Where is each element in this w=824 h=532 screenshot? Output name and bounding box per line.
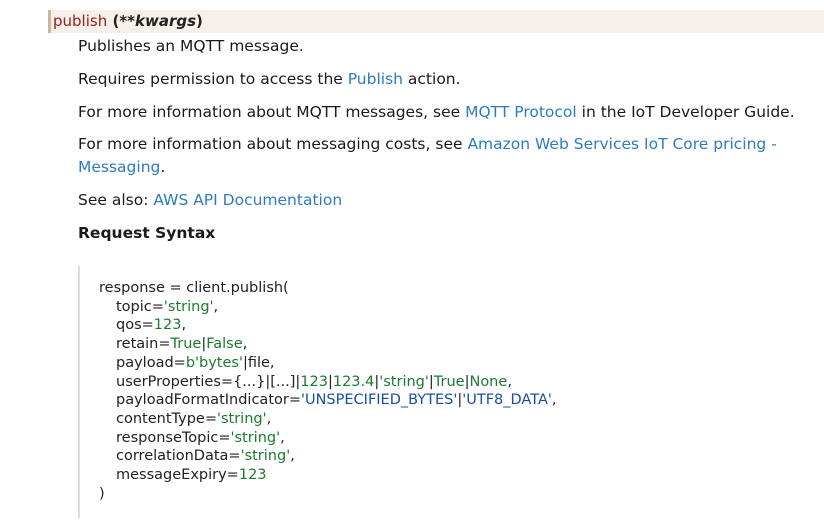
code-line-content-type: contentType='string', xyxy=(99,410,778,429)
code-value: 'string' xyxy=(216,410,267,427)
code-value: {...} xyxy=(233,373,266,390)
permission-text-pre: Requires permission to access the xyxy=(78,70,348,88)
code-key: responseTopic= xyxy=(116,429,231,446)
code-value: 123 xyxy=(238,467,267,484)
permission-text-post: action. xyxy=(402,70,461,88)
method-signature: publish (**kwargs) xyxy=(48,10,824,33)
code-punct: , xyxy=(242,336,248,353)
code-key: messageExpiry= xyxy=(116,467,239,484)
code-line-qos: qos=123, xyxy=(99,316,778,335)
request-syntax-code-block: response = client.publish( topic='string… xyxy=(78,266,778,518)
code-value: 'string' xyxy=(240,448,291,465)
code-punct: , xyxy=(181,317,187,334)
code-line-payload-format: payloadFormatIndicator='UNSPECIFIED_BYTE… xyxy=(99,391,778,410)
code-punct: , xyxy=(507,373,512,390)
code-line-user-properties: userProperties={...}|[...]|123|123.4|'st… xyxy=(99,373,778,392)
pricing-info-text-line2: Messaging. xyxy=(78,156,165,179)
method-name: publish xyxy=(53,12,108,30)
code-value: True xyxy=(433,373,465,390)
code-line-payload: payload=b'bytes'|file, xyxy=(99,354,778,373)
code-key: contentType= xyxy=(116,410,217,427)
mqtt-info-post: in the IoT Developer Guide. xyxy=(576,103,795,121)
code-value: 'string' xyxy=(379,373,429,390)
code-punct: , xyxy=(551,392,557,409)
code-punct: , xyxy=(269,354,275,371)
code-value: True xyxy=(170,336,202,353)
code-key: topic= xyxy=(116,298,164,315)
pricing-link-part2[interactable]: Messaging xyxy=(78,158,160,176)
code-value: [...] xyxy=(270,373,296,390)
permission-text: Requires permission to access the Publis… xyxy=(78,68,461,91)
code-line-call: response = client.publish( xyxy=(99,280,289,296)
see-also-text: See also: AWS API Documentation xyxy=(78,189,342,212)
code-key: payload= xyxy=(116,354,186,371)
code-punct: , xyxy=(213,298,219,315)
mqtt-info-text: For more information about MQTT messages… xyxy=(78,101,795,124)
code-line-topic: topic='string', xyxy=(99,298,778,317)
code-punct: , xyxy=(280,429,285,446)
pricing-info-text: For more information about messaging cos… xyxy=(78,133,777,156)
code-key: qos= xyxy=(116,317,154,334)
aws-api-documentation-link[interactable]: AWS API Documentation xyxy=(153,191,342,209)
code-value: 'string' xyxy=(163,298,214,315)
signature-close-paren: ) xyxy=(196,12,203,30)
code-key: retain= xyxy=(116,336,171,353)
code-value: 'UNSPECIFIED_BYTES' xyxy=(300,392,458,409)
pricing-info-post: . xyxy=(160,158,166,176)
code-line-response-topic: responseTopic='string', xyxy=(99,429,778,448)
code-value: file xyxy=(247,354,270,371)
code-value: 123 xyxy=(153,317,182,334)
code-value: 123.4 xyxy=(332,373,375,390)
summary-text: Publishes an MQTT message. xyxy=(78,37,304,55)
code-value: 'UTF8_DATA' xyxy=(462,392,552,409)
code-punct: , xyxy=(290,448,295,465)
code-value: False xyxy=(206,336,243,353)
publish-action-link[interactable]: Publish xyxy=(348,70,403,88)
request-syntax-heading: Request Syntax xyxy=(78,224,216,242)
code-line-correlation-data: correlationData='string', xyxy=(99,447,778,466)
code-value: b'bytes' xyxy=(185,354,243,371)
code-line-retain: retain=True|False, xyxy=(99,335,778,354)
code-value: 'string' xyxy=(230,429,281,446)
see-also-pre: See also: xyxy=(78,191,154,209)
mqtt-info-pre: For more information about MQTT messages… xyxy=(78,103,466,121)
mqtt-protocol-link[interactable]: MQTT Protocol xyxy=(465,103,577,121)
code-line-close: ) xyxy=(99,485,105,502)
signature-kwargs: **kwargs xyxy=(119,12,197,30)
code-key: userProperties= xyxy=(116,373,234,390)
code-key: correlationData= xyxy=(116,448,241,465)
pricing-info-pre: For more information about messaging cos… xyxy=(78,135,468,153)
code-punct: , xyxy=(266,410,272,427)
code-value: 123 xyxy=(300,373,328,390)
signature-open-paren: ( xyxy=(107,12,120,30)
pricing-link-part1[interactable]: Amazon Web Services IoT Core pricing - xyxy=(467,135,776,153)
code-line-message-expiry: messageExpiry=123 xyxy=(99,466,778,485)
code-key: payloadFormatIndicator= xyxy=(116,392,301,409)
code-value: None xyxy=(469,373,508,390)
